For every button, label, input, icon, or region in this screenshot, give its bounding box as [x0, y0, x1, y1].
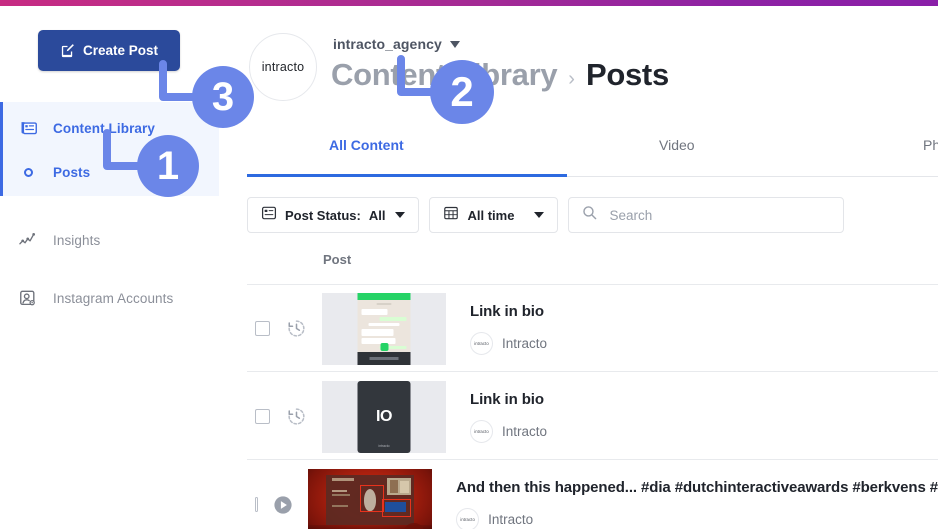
breadcrumb: Content Library › Posts	[331, 57, 669, 93]
search-input[interactable]	[607, 206, 807, 224]
chevron-down-icon	[449, 40, 460, 48]
post-title[interactable]: And then this happened... #dia #dutchint…	[456, 479, 938, 496]
tab-video[interactable]: Video	[659, 137, 695, 153]
account-selector[interactable]: intracto_agency	[333, 36, 460, 52]
account-name: intracto_agency	[333, 36, 442, 52]
post-author-name: Intracto	[502, 335, 548, 351]
active-tab-underline	[247, 174, 567, 177]
post-thumbnail[interactable]	[322, 292, 446, 365]
sidebar-item-label-insights: Insights	[53, 232, 101, 248]
stacked-cards-icon	[15, 120, 41, 137]
tab-photo[interactable]: Ph	[923, 137, 938, 153]
row-checkbox[interactable]	[255, 409, 270, 424]
post-meta: Link in bio intracto Intracto	[470, 391, 547, 443]
list-card-icon	[261, 205, 277, 226]
table-row[interactable]: Link in bio intracto Intracto	[247, 285, 938, 372]
tab-bar: All Content Video Ph	[219, 126, 938, 177]
post-author-name: Intracto	[502, 423, 548, 439]
avatar-label: intracto	[261, 60, 305, 74]
post-title[interactable]: Link in bio	[470, 391, 547, 408]
chevron-down-icon	[395, 212, 406, 218]
sidebar: Create Post Content Library Posts Insigh…	[0, 6, 219, 529]
annotation-marker-3: 3	[192, 66, 254, 128]
post-thumbnail[interactable]	[308, 468, 433, 529]
post-status-value: All	[368, 207, 386, 223]
annotation-marker-1: 1	[137, 135, 199, 197]
row-checkbox[interactable]	[255, 497, 259, 512]
row-divider	[247, 371, 938, 372]
author-avatar-label: intracto	[474, 428, 489, 434]
user-settings-icon	[15, 289, 41, 308]
sidebar-item-insights[interactable]: Insights	[0, 220, 219, 260]
author-avatar: intracto	[456, 507, 480, 529]
author-avatar-label: intracto	[460, 516, 475, 522]
sidebar-item-instagram-accounts[interactable]: Instagram Accounts	[0, 278, 219, 318]
create-post-button[interactable]: Create Post	[38, 30, 180, 71]
create-post-label: Create Post	[82, 43, 159, 58]
line-chart-icon	[15, 231, 41, 249]
compose-pencil-icon	[60, 43, 75, 58]
post-author: intracto Intracto	[470, 331, 548, 355]
post-status-label: Post Status:	[285, 207, 361, 223]
calendar-grid-icon	[443, 205, 459, 226]
author-avatar: intracto	[470, 331, 493, 355]
clock-history-icon[interactable]	[284, 317, 308, 341]
chevron-right-icon: ›	[568, 68, 575, 90]
post-author: intracto Intracto	[456, 507, 938, 529]
post-meta: And then this happened... #dia #dutchint…	[456, 479, 938, 529]
table-row[interactable]: And then this happened... #dia #dutchint…	[247, 461, 938, 529]
post-thumbnail[interactable]: IO intracto	[322, 380, 446, 453]
search-icon	[582, 205, 597, 225]
author-avatar: intracto	[470, 419, 493, 443]
annotation-number: 1	[156, 143, 180, 188]
search-box[interactable]	[568, 197, 845, 233]
main-content: intracto intracto_agency Content Library…	[219, 6, 938, 529]
annotation-number: 3	[211, 74, 235, 119]
post-title[interactable]: Link in bio	[470, 303, 547, 320]
filter-bar: Post Status: All All time	[247, 197, 845, 233]
time-range-filter[interactable]: All time	[429, 197, 559, 233]
avatar: intracto	[249, 33, 317, 101]
play-circle-icon[interactable]	[272, 493, 294, 517]
table-row[interactable]: IO intracto Link in bio intracto Intract…	[247, 373, 938, 460]
sidebar-item-label-posts: Posts	[53, 164, 91, 180]
annotation-marker-2: 2	[430, 60, 494, 124]
row-checkbox[interactable]	[255, 321, 270, 336]
chevron-down-icon	[534, 212, 545, 218]
ring-bullet-icon	[15, 167, 41, 177]
app-root: Create Post Content Library Posts Insigh…	[0, 0, 938, 529]
annotation-number: 2	[450, 68, 474, 115]
sidebar-item-label-content-library: Content Library	[53, 120, 156, 136]
tab-all-content[interactable]: All Content	[329, 137, 404, 153]
sidebar-item-label-instagram-accounts: Instagram Accounts	[53, 290, 174, 306]
time-range-value: All time	[467, 207, 515, 223]
row-divider	[247, 459, 938, 460]
column-header-post: Post	[323, 252, 352, 267]
clock-history-icon[interactable]	[284, 405, 308, 429]
post-author: intracto Intracto	[470, 419, 548, 443]
author-avatar-label: intracto	[474, 340, 489, 346]
post-status-filter[interactable]: Post Status: All	[247, 197, 420, 233]
post-meta: Link in bio intracto Intracto	[470, 303, 547, 355]
page-title: Posts	[585, 57, 669, 92]
post-author-name: Intracto	[488, 511, 534, 527]
